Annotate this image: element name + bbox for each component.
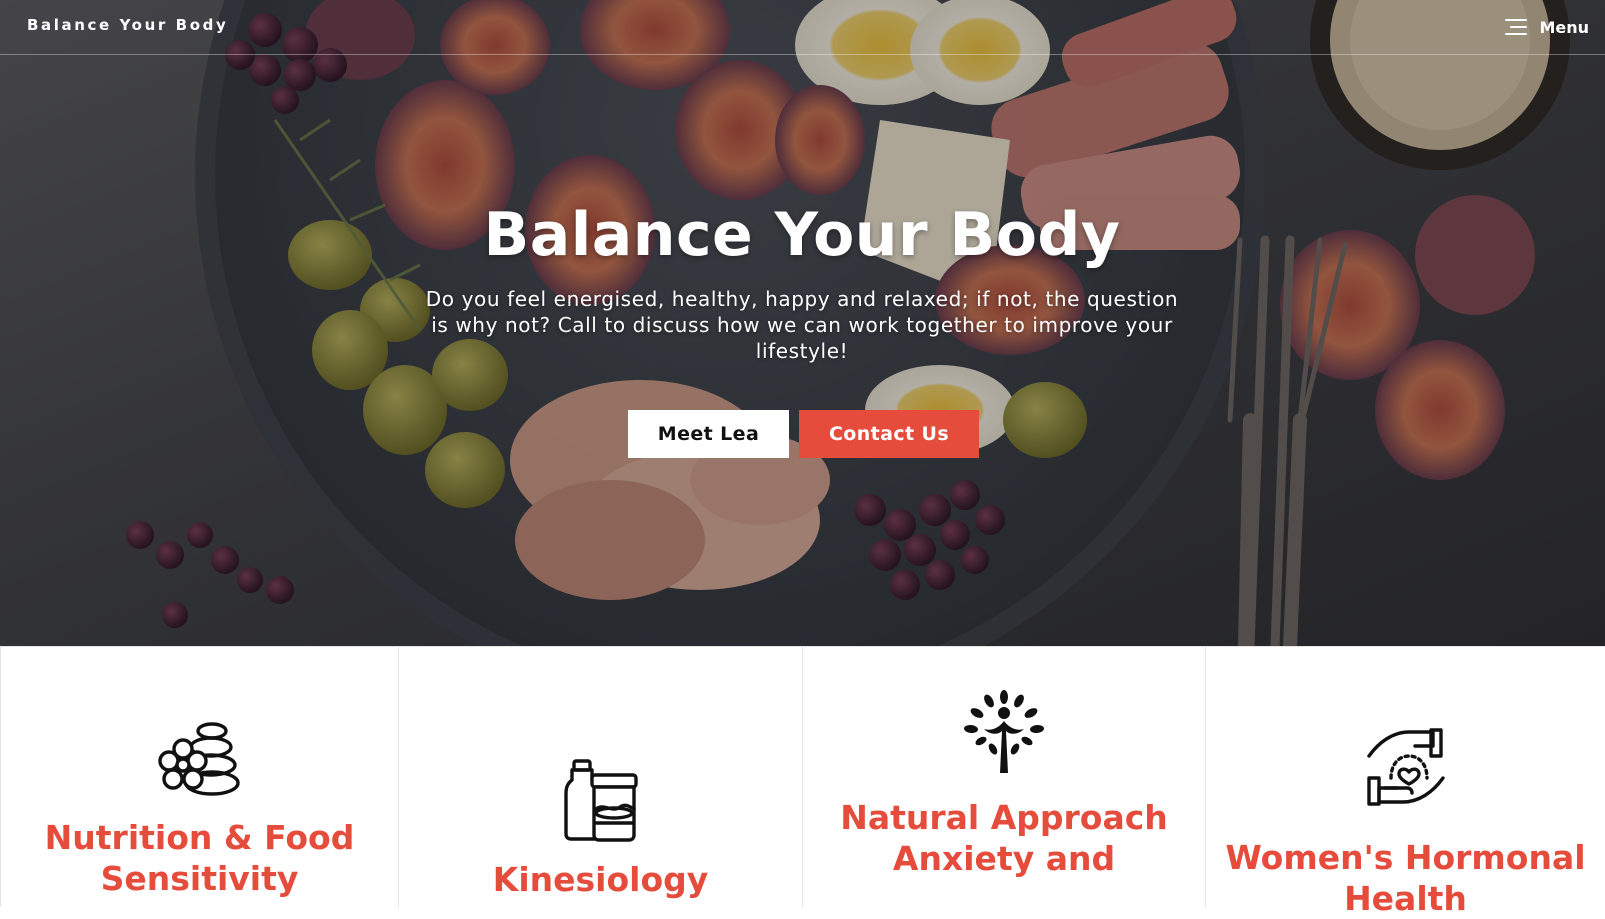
meet-lea-button[interactable]: Meet Lea (628, 410, 789, 458)
service-title: Nutrition & Food Sensitivity (44, 818, 355, 898)
hero-heading: Balance Your Body (483, 200, 1121, 270)
hamburger-icon (1505, 19, 1528, 35)
jars-bottle-icon (563, 759, 638, 842)
site-title-link[interactable]: Balance Your Body (27, 16, 228, 34)
services-section: Nutrition & Food Sensitivity Kinesiology (0, 646, 1605, 918)
service-card-nutrition[interactable]: Nutrition & Food Sensitivity (0, 647, 399, 907)
hero-content: Balance Your Body Do you feel energised,… (402, 196, 1202, 364)
site-header: Balance Your Body Menu (0, 0, 1605, 55)
tree-person-icon (964, 690, 1044, 773)
service-title: Kinesiology (492, 860, 709, 899)
service-card-anxiety[interactable]: Natural Approach Anxiety and (803, 647, 1206, 907)
service-title: Natural Approach Anxiety and (840, 798, 1168, 878)
service-title: Women's Hormonal Health (1225, 838, 1586, 918)
hero-section: Balance Your Body Menu Balance Your Body… (0, 0, 1605, 646)
spa-stones-flower-icon (157, 722, 240, 796)
service-card-kinesiology[interactable]: Kinesiology (399, 647, 803, 907)
menu-label: Menu (1539, 17, 1589, 37)
contact-us-button[interactable]: Contact Us (799, 410, 979, 458)
hero-subtitle: Do you feel energised, healthy, happy an… (425, 287, 1179, 363)
hands-heart-icon (1366, 728, 1445, 806)
service-card-hormonal[interactable]: Women's Hormonal Health (1206, 647, 1605, 918)
hero-buttons: Meet Lea Contact Us (628, 410, 979, 458)
menu-toggle-button[interactable]: Menu (1503, 14, 1589, 40)
